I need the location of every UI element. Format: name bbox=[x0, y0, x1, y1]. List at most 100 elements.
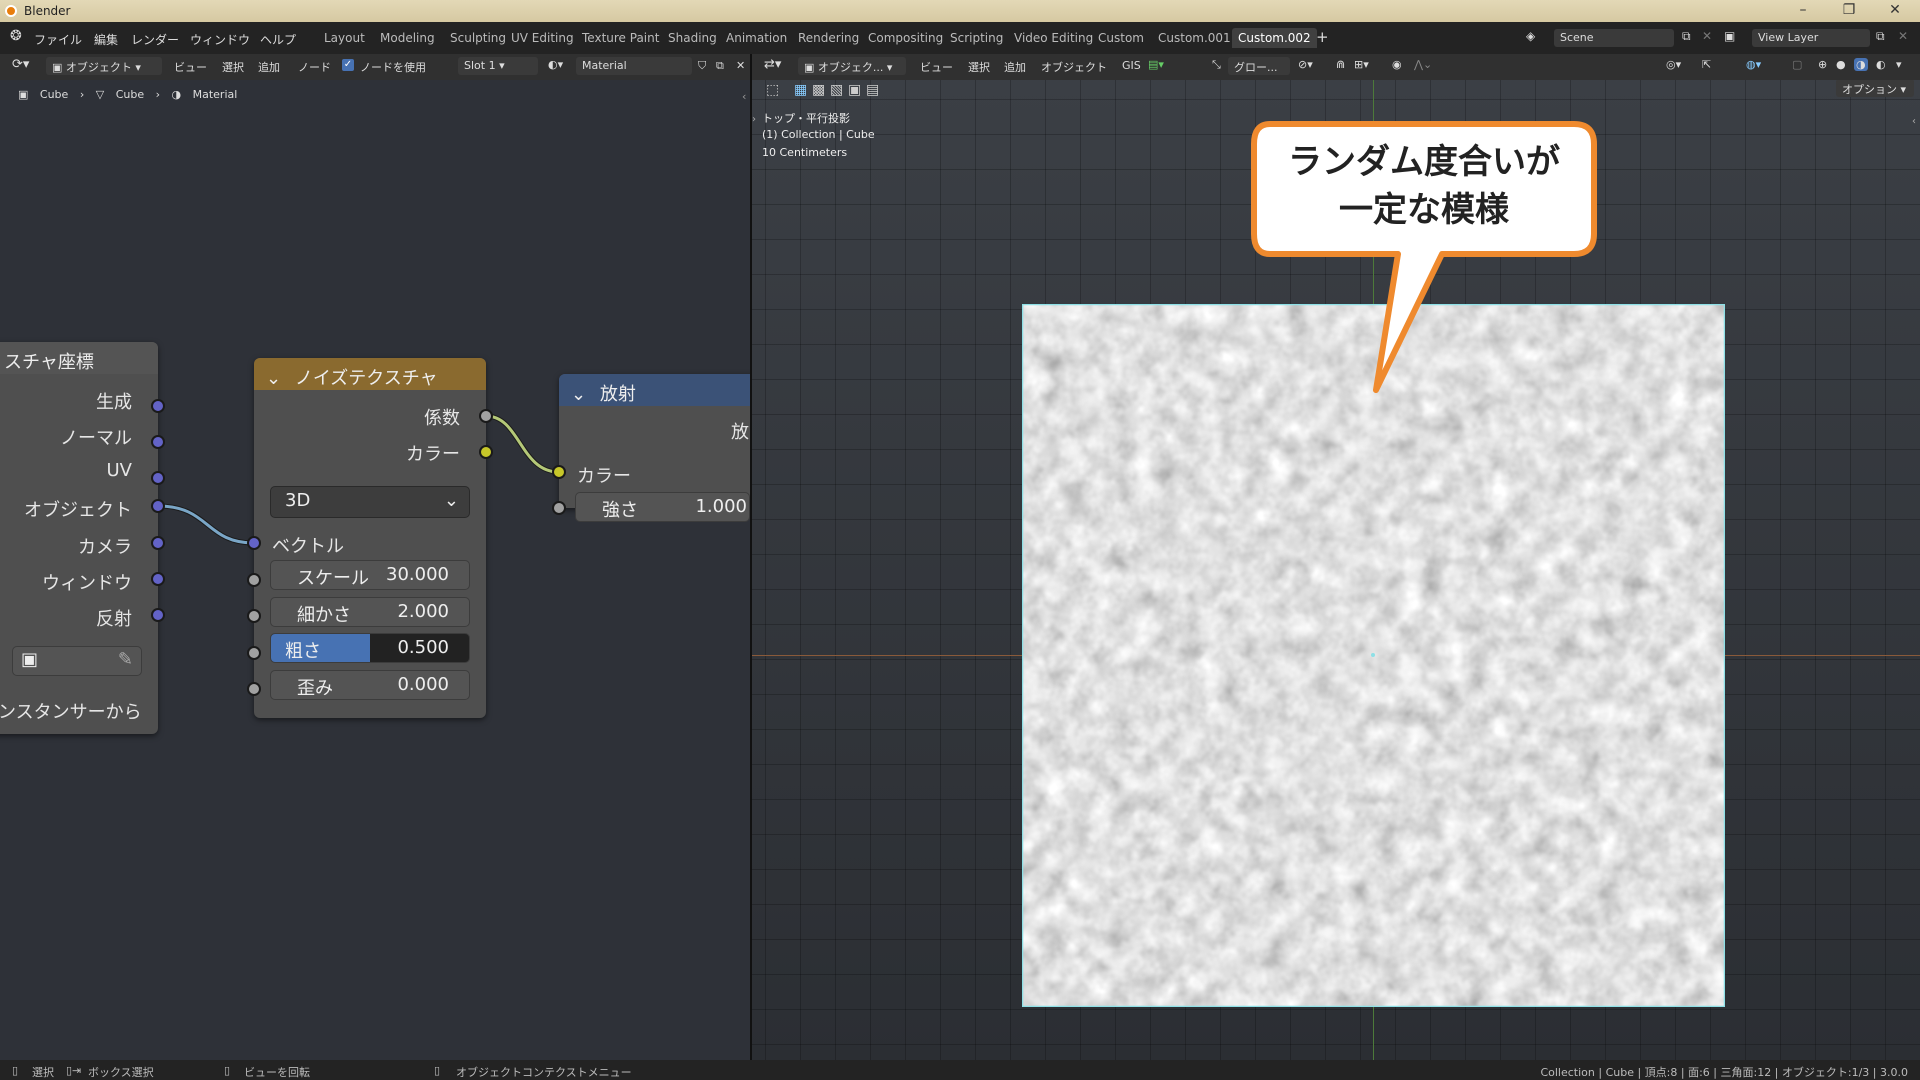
noise-node-header[interactable]: ⌄ ノイズテクスチャ bbox=[254, 358, 486, 390]
menu-file[interactable]: ファイル bbox=[34, 31, 82, 48]
menu-view[interactable]: ビュー bbox=[174, 59, 207, 75]
object-picker[interactable]: ▣ ✎ bbox=[12, 646, 142, 676]
3d-viewport[interactable]: ⬚ ▦ ▩ ▧ ▣ ▤ › トップ・平行投影 (1) Collection | … bbox=[752, 80, 1920, 1060]
distortion-field[interactable]: 歪み 0.000 bbox=[270, 670, 470, 700]
tab-shading[interactable]: Shading bbox=[662, 28, 723, 48]
view-layer-icon[interactable]: ▣ bbox=[1724, 29, 1735, 43]
scene-icon[interactable]: ◈ bbox=[1526, 29, 1535, 43]
vp-menu-gis[interactable]: GIS bbox=[1122, 59, 1141, 72]
select-mode-subtract-icon[interactable]: ▧ bbox=[830, 82, 843, 98]
vp-menu-view[interactable]: ビュー bbox=[920, 59, 953, 75]
falloff-icon[interactable]: ⋀⌄ bbox=[1414, 58, 1432, 71]
overlay-icon[interactable]: ◍▾ bbox=[1746, 58, 1761, 71]
transform-orientation-icon[interactable]: ⤡ bbox=[1212, 58, 1221, 72]
menu-edit[interactable]: 編集 bbox=[94, 31, 118, 48]
tab-scripting[interactable]: Scripting bbox=[944, 28, 1009, 48]
minimize-icon[interactable]: – bbox=[1788, 2, 1818, 18]
slot-dropdown[interactable]: Slot 1 ▾ bbox=[458, 57, 538, 75]
menu-node[interactable]: ノード bbox=[298, 59, 331, 75]
chevron-down-icon[interactable]: ⌄ bbox=[266, 368, 281, 389]
texture-coordinate-node[interactable]: スチャ座標 生成 ノーマル UV オブジェクト カメラ ウィンドウ 反射 ▣ ✎… bbox=[0, 342, 158, 734]
fake-user-icon[interactable]: ⛉ bbox=[698, 59, 706, 73]
wireframe-shading-icon[interactable]: ⊕ bbox=[1818, 58, 1827, 71]
tab-uv-editing[interactable]: UV Editing bbox=[505, 28, 580, 48]
chevron-down-icon[interactable]: ⌄ bbox=[571, 384, 586, 405]
socket-generated[interactable] bbox=[151, 399, 165, 413]
emission-node[interactable]: ⌄ 放射 放 カラー bbox=[559, 374, 769, 508]
add-workspace-icon[interactable]: + bbox=[1316, 28, 1329, 46]
vp-menu-add[interactable]: 追加 bbox=[1004, 59, 1026, 75]
socket-normal[interactable] bbox=[151, 435, 165, 449]
viewport-mode-dropdown[interactable]: ▣ オブジェク... ▾ bbox=[798, 57, 906, 75]
tab-animation[interactable]: Animation bbox=[720, 28, 793, 48]
visibility-icon[interactable]: ◎▾ bbox=[1666, 58, 1681, 71]
solid-shading-icon[interactable]: ● bbox=[1836, 58, 1846, 71]
select-tool-icon[interactable]: ⬚ bbox=[766, 82, 779, 98]
xray-icon[interactable]: ▢ bbox=[1792, 58, 1802, 71]
tab-texture-paint[interactable]: Texture Paint bbox=[576, 28, 665, 48]
tab-custom[interactable]: Custom bbox=[1092, 28, 1150, 48]
select-mode-invert-icon[interactable]: ▣ bbox=[848, 82, 861, 98]
strength-field[interactable]: 強さ 1.000 bbox=[575, 492, 750, 522]
snap-icon[interactable]: ⋒ bbox=[1336, 58, 1345, 71]
noise-plane[interactable] bbox=[1022, 304, 1725, 1007]
unlink-material-icon[interactable]: ✕ bbox=[736, 59, 745, 72]
gis-icon[interactable]: ▤▾ bbox=[1148, 58, 1164, 71]
remove-scene-icon[interactable]: ✕ bbox=[1702, 29, 1712, 43]
options-dropdown[interactable]: オプション ▾ bbox=[1836, 80, 1914, 97]
socket-uv[interactable] bbox=[151, 471, 165, 485]
socket-strength[interactable] bbox=[552, 501, 566, 515]
material-shading-icon[interactable]: ◑ bbox=[1854, 58, 1868, 71]
socket-color-in[interactable] bbox=[552, 465, 566, 479]
duplicate-material-icon[interactable]: ⧉ bbox=[716, 59, 724, 73]
tab-sculpting[interactable]: Sculpting bbox=[444, 28, 512, 48]
socket-window[interactable] bbox=[151, 572, 165, 586]
socket-color-out[interactable] bbox=[479, 445, 493, 459]
socket-roughness[interactable] bbox=[247, 646, 261, 660]
new-view-layer-icon[interactable]: ⧉ bbox=[1876, 29, 1885, 44]
socket-object[interactable] bbox=[151, 499, 165, 513]
shading-options-icon[interactable]: ▾ bbox=[1896, 58, 1902, 71]
mode-dropdown[interactable]: ▣ オブジェクト ▾ bbox=[46, 57, 162, 75]
vp-menu-select[interactable]: 選択 bbox=[968, 59, 990, 75]
maximize-icon[interactable]: ❐ bbox=[1834, 2, 1864, 18]
texcoord-node-title[interactable]: スチャ座標 bbox=[0, 342, 158, 374]
menu-window[interactable]: ウィンドウ bbox=[190, 31, 250, 48]
material-field[interactable]: Material bbox=[576, 57, 692, 75]
tab-layout[interactable]: Layout bbox=[318, 28, 371, 48]
eyedropper-icon[interactable]: ✎ bbox=[118, 649, 133, 670]
proportional-edit-icon[interactable]: ◉ bbox=[1392, 58, 1402, 71]
gizmo-icon[interactable]: ⇱ bbox=[1702, 58, 1711, 71]
socket-camera[interactable] bbox=[151, 536, 165, 550]
socket-fac[interactable] bbox=[479, 409, 493, 423]
dimension-dropdown[interactable]: 3D ⌄ bbox=[270, 486, 470, 518]
roughness-slider[interactable]: 粗さ 0.500 bbox=[270, 633, 470, 663]
new-scene-icon[interactable]: ⧉ bbox=[1682, 29, 1691, 44]
editor-type-icon[interactable]: ⇄▾ bbox=[764, 57, 781, 72]
select-mode-extend-icon[interactable]: ▩ bbox=[812, 82, 825, 98]
scale-field[interactable]: スケール 30.000 bbox=[270, 560, 470, 590]
menu-select[interactable]: 選択 bbox=[222, 59, 244, 75]
socket-detail[interactable] bbox=[247, 609, 261, 623]
tab-modeling[interactable]: Modeling bbox=[374, 28, 441, 48]
blender-menu-icon[interactable]: ❂ bbox=[10, 28, 22, 44]
toolbar-toggle-icon[interactable]: › bbox=[752, 114, 756, 125]
socket-reflection[interactable] bbox=[151, 608, 165, 622]
menu-render[interactable]: レンダー bbox=[131, 31, 179, 48]
scene-field[interactable]: Scene bbox=[1554, 29, 1674, 47]
pivot-icon[interactable]: ⊘▾ bbox=[1298, 58, 1313, 71]
transform-orientation-dropdown[interactable]: グロー... bbox=[1228, 57, 1290, 75]
noise-texture-node[interactable]: ⌄ ノイズテクスチャ 係数 カラー 3D ⌄ ベクトル スケール 30.000 … bbox=[254, 358, 486, 718]
tab-rendering[interactable]: Rendering bbox=[792, 28, 865, 48]
select-mode-intersect-icon[interactable]: ▤ bbox=[866, 82, 879, 98]
tab-custom-001[interactable]: Custom.001 bbox=[1152, 28, 1237, 48]
socket-distortion[interactable] bbox=[247, 682, 261, 696]
emission-node-header[interactable]: ⌄ 放射 bbox=[559, 374, 769, 406]
node-editor[interactable]: ▣ Cube › ▽ Cube › ◑ Material ‹ スチャ座標 生成 … bbox=[0, 80, 769, 1060]
editor-type-icon[interactable]: ⟳▾ bbox=[12, 57, 29, 72]
close-icon[interactable]: ✕ bbox=[1880, 2, 1910, 18]
snap-target-icon[interactable]: ⊞▾ bbox=[1354, 58, 1369, 71]
tab-custom-002[interactable]: Custom.002 bbox=[1232, 28, 1317, 48]
sidebar-toggle-icon[interactable]: ‹ bbox=[1912, 116, 1916, 127]
socket-scale[interactable] bbox=[247, 573, 261, 587]
